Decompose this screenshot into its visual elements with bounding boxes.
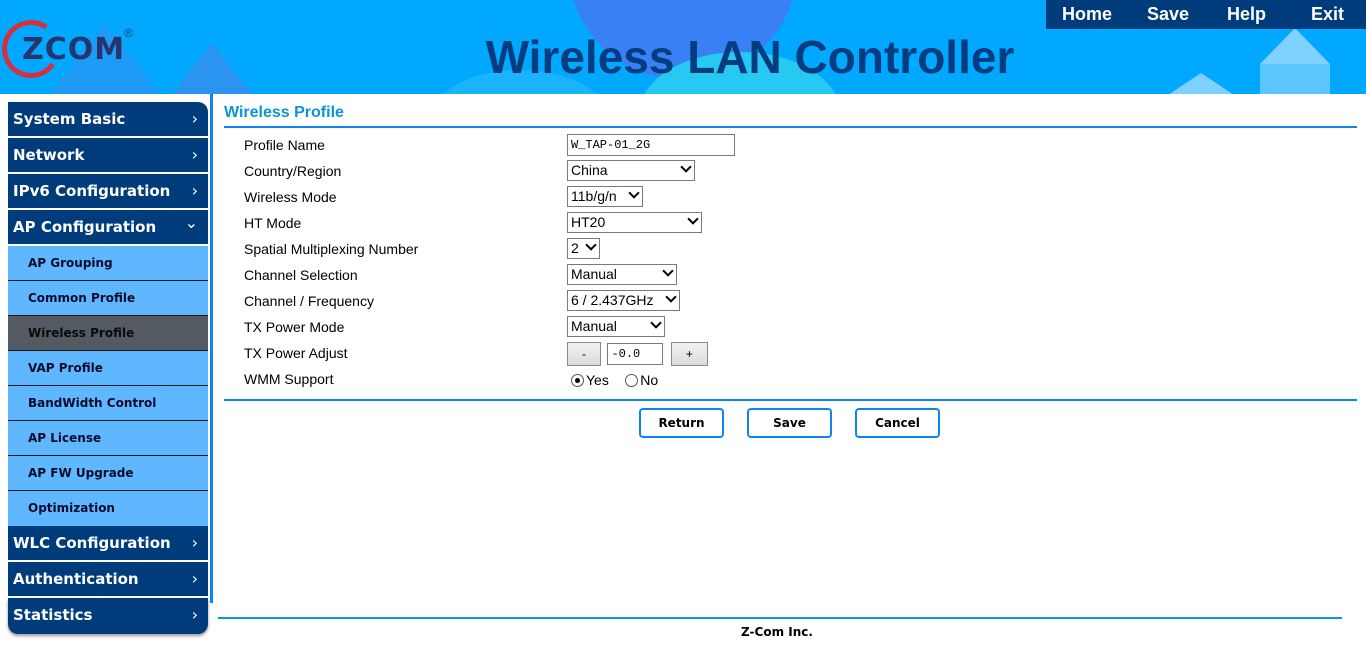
tx-power-mode-select[interactable]: Manual [567,316,665,337]
tx-power-adjust-row: TX Power Adjust - + [224,342,1357,370]
sidebar-item-ap-configuration[interactable]: AP Configuration ⌄ [8,210,208,246]
chevron-down-icon [650,317,662,329]
sidebar-item-label: Authentication [13,570,139,588]
spatial-multiplexing-label: Spatial Multiplexing Number [244,241,419,257]
wmm-yes-radio[interactable]: Yes [571,372,609,388]
tx-power-mode-row: TX Power Mode Manual [224,316,1357,342]
top-nav: Home Save Help Exit [1046,0,1366,29]
page-title: Wireless Profile [224,104,344,121]
channel-frequency-select[interactable]: 6 / 2.437GHz [567,290,680,311]
tx-power-mode-label: TX Power Mode [244,319,345,335]
channel-frequency-label: Channel / Frequency [244,293,374,309]
sidebar-item-label: System Basic [13,110,126,128]
select-value: 6 / 2.437GHz [571,292,654,308]
header: ZCOM ® Wireless LAN Controller Home Save… [0,0,1366,94]
sidebar-item-label: Statistics [13,606,93,624]
sidebar-item-label: AP Configuration [13,218,157,236]
return-button[interactable]: Return [639,408,724,438]
country-region-row: Country/Region China [224,160,1357,186]
wmm-support-label: WMM Support [244,371,334,387]
wmm-support-row: WMM Support Yes No [224,370,1357,396]
tx-power-adjust-label: TX Power Adjust [244,345,348,361]
spatial-multiplexing-row: Spatial Multiplexing Number 2 [224,238,1357,264]
select-value: HT20 [571,214,606,230]
sidebar-item-wlc-configuration[interactable]: WLC Configuration › [8,526,208,562]
wireless-mode-row: Wireless Mode 11b/g/n [224,186,1357,212]
title-divider [224,126,1357,128]
save-button[interactable]: Save [747,408,832,438]
nav-save-link[interactable]: Save [1147,0,1189,29]
channel-selection-label: Channel Selection [244,267,358,283]
wmm-no-radio[interactable]: No [625,372,658,388]
sidebar-subitem-common-profile[interactable]: Common Profile [8,281,208,316]
sidebar-subitem-optimization[interactable]: Optimization [8,491,208,526]
channel-selection-row: Channel Selection Manual [224,264,1357,290]
chevron-right-icon: › [191,605,198,624]
radio-label: No [640,372,659,388]
radio-unchecked-icon [625,373,639,387]
wireless-mode-label: Wireless Mode [244,189,337,205]
chevron-down-icon [662,265,674,277]
chevron-down-icon [665,291,677,303]
sidebar-item-label: WLC Configuration [13,534,171,552]
select-value: Manual [571,318,617,334]
tx-power-decrease-button[interactable]: - [567,342,601,366]
spatial-multiplexing-select[interactable]: 2 [567,238,600,259]
footer-divider [218,617,1342,619]
chevron-right-icon: › [191,145,198,164]
chevron-down-icon [687,213,699,225]
profile-name-input[interactable] [567,134,735,156]
sidebar-subitem-ap-fw-upgrade[interactable]: AP FW Upgrade [8,456,208,491]
chevron-down-icon [680,161,692,173]
sidebar-subitem-wireless-profile[interactable]: Wireless Profile [8,316,208,351]
ht-mode-label: HT Mode [244,215,302,231]
select-value: China [571,162,608,178]
sidebar-item-label: IPv6 Configuration [13,182,171,200]
sidebar: System Basic › Network › IPv6 Configurat… [8,102,208,634]
ht-mode-select[interactable]: HT20 [567,212,702,233]
sidebar-item-ipv6-configuration[interactable]: IPv6 Configuration › [8,174,208,210]
select-value: Manual [571,266,617,282]
sidebar-item-statistics[interactable]: Statistics › [8,598,208,634]
sidebar-subitem-bandwidth-control[interactable]: BandWidth Control [8,386,208,421]
channel-selection-select[interactable]: Manual [567,264,677,285]
radio-label: Yes [586,372,609,388]
sidebar-subitem-vap-profile[interactable]: VAP Profile [8,351,208,386]
chevron-right-icon: › [191,533,198,552]
chevron-down-icon [585,239,597,251]
sidebar-item-network[interactable]: Network › [8,138,208,174]
chevron-right-icon: › [191,109,198,128]
tx-power-increase-button[interactable]: + [670,342,708,366]
select-value: 2 [571,240,579,256]
sidebar-item-label: Network [13,146,85,164]
sidebar-subitem-ap-license[interactable]: AP License [8,421,208,456]
sidebar-divider [210,94,213,603]
cancel-button[interactable]: Cancel [855,408,940,438]
country-region-label: Country/Region [244,163,342,179]
profile-name-row: Profile Name [224,134,1357,160]
chevron-right-icon: › [191,181,198,200]
ht-mode-row: HT Mode HT20 [224,212,1357,238]
main-content: Wireless Profile Profile Name Country/Re… [224,102,1357,448]
form-divider [224,399,1357,401]
chevron-down-icon [628,187,640,199]
profile-name-label: Profile Name [244,137,325,153]
footer-copyright: Z-Com Inc. [741,625,813,639]
form-actions: Return Save Cancel [224,408,1357,448]
sidebar-subitem-ap-grouping[interactable]: AP Grouping [8,246,208,281]
select-value: 11b/g/n [571,188,617,204]
app-title: Wireless LAN Controller [485,31,1015,83]
nav-help-link[interactable]: Help [1227,0,1266,29]
country-region-select[interactable]: China [567,160,695,181]
nav-exit-link[interactable]: Exit [1311,0,1344,29]
chevron-right-icon: › [191,569,198,588]
nav-home-link[interactable]: Home [1062,0,1112,29]
tx-power-adjust-input[interactable] [607,343,664,365]
wireless-mode-select[interactable]: 11b/g/n [567,186,643,207]
sidebar-item-system-basic[interactable]: System Basic › [8,102,208,138]
chevron-down-icon: ⌄ [184,213,198,232]
channel-frequency-row: Channel / Frequency 6 / 2.437GHz [224,290,1357,316]
sidebar-item-authentication[interactable]: Authentication › [8,562,208,598]
radio-checked-icon [571,373,584,387]
